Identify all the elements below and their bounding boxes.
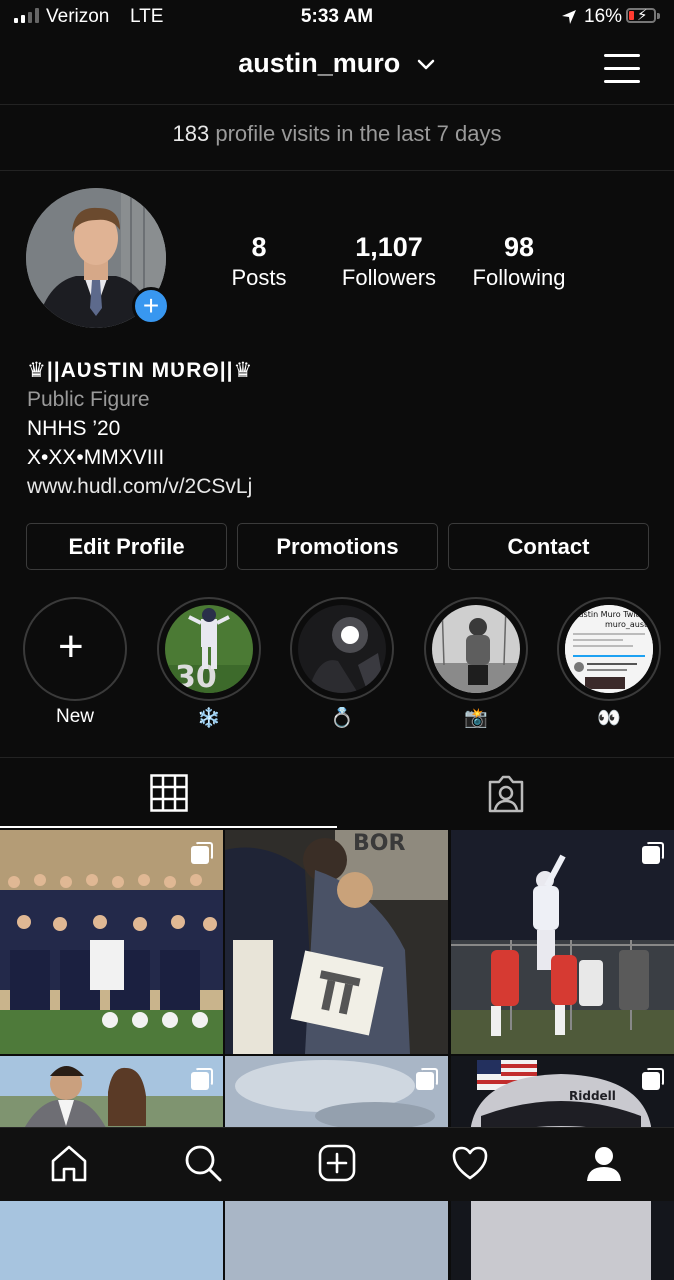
profile-icon[interactable]: [584, 1143, 624, 1183]
twitter-highlight-title: Austin Muro Twitter: [573, 610, 651, 619]
highlight-ring[interactable]: [290, 597, 394, 701]
tabs-divider: [0, 757, 674, 758]
posts-label: Posts: [231, 265, 287, 290]
post-tile[interactable]: [451, 830, 674, 1054]
highlight-label: 👀: [597, 708, 621, 729]
status-bar: Verizon LTE 5:33 AM 16% ⚡: [0, 0, 674, 36]
hamburger-menu-icon[interactable]: [604, 52, 640, 84]
plus-icon: +: [58, 622, 84, 671]
promotions-button[interactable]: Promotions: [237, 523, 438, 570]
grid-icon[interactable]: [150, 774, 188, 812]
highlight-snowflake[interactable]: 30: [157, 597, 261, 701]
twitter-highlight-handle: muro_austin: [605, 620, 653, 629]
post-tile[interactable]: BOR: [225, 830, 448, 1054]
tagged-person-icon[interactable]: [486, 774, 526, 814]
followers-label: Followers: [341, 265, 437, 290]
helmet-brand-text: Riddell: [569, 1089, 616, 1103]
posts-count: 8: [251, 232, 267, 262]
highlight-label: New: [55, 706, 94, 727]
multiple-photos-icon: [416, 1068, 438, 1090]
highlight-eyes[interactable]: Austin Muro Twitter muro_austin: [557, 597, 661, 701]
following-label: Following: [472, 265, 566, 290]
location-arrow-icon: [562, 10, 576, 24]
highlight-label: 📸: [464, 708, 488, 729]
account-switcher[interactable]: austin_muro: [0, 48, 674, 79]
profile-category: Public Figure: [27, 388, 150, 411]
followers-stat[interactable]: 1,107 Followers: [324, 232, 454, 291]
svg-text:30: 30: [175, 660, 217, 693]
highlight-cover: Austin Muro Twitter muro_austin: [565, 605, 653, 693]
header-divider: [0, 104, 674, 105]
visits-text: profile visits in the last 7 days: [215, 121, 502, 146]
chevron-down-icon: [417, 59, 435, 70]
post-tile[interactable]: [0, 830, 223, 1054]
selected-tab-indicator: [0, 826, 337, 828]
profile-bio: ♛||ΑƲSTIN MƲRΘ||♛ Public Figure NHHS ’20…: [27, 356, 253, 501]
battery-percent: 16%: [584, 6, 623, 27]
multiple-photos-icon: [191, 1068, 213, 1090]
visits-count: 183: [172, 121, 210, 146]
following-count: 98: [503, 232, 535, 262]
new-highlight-button[interactable]: +: [23, 597, 127, 701]
highlight-camera[interactable]: [424, 597, 528, 701]
activity-heart-icon[interactable]: [450, 1143, 490, 1183]
username-title: austin_muro: [238, 48, 401, 78]
add-story-icon[interactable]: +: [132, 287, 170, 325]
profile-visits-insight[interactable]: 183 profile visits in the last 7 days: [0, 121, 674, 147]
highlight-label: 💍: [330, 708, 354, 729]
highlight-cover: [298, 605, 386, 693]
battery-cap: [657, 13, 660, 19]
highlight-cover: [432, 605, 520, 693]
home-icon[interactable]: [49, 1143, 89, 1183]
stadium-sign-text: BOR: [353, 831, 405, 856]
display-name: ♛||ΑƲSTIN MƲRΘ||♛: [27, 359, 254, 382]
multiple-photos-icon: [642, 1068, 664, 1090]
following-stat[interactable]: 98 Following: [454, 232, 584, 291]
bio-line: NHHS ’20: [27, 417, 121, 440]
insight-divider: [0, 170, 674, 171]
posts-stat[interactable]: 8 Posts: [194, 232, 324, 291]
battery-charging-icon: ⚡: [626, 7, 656, 24]
search-icon[interactable]: [183, 1143, 223, 1183]
new-post-icon[interactable]: [317, 1143, 357, 1183]
multiple-photos-icon: [642, 842, 664, 864]
edit-profile-button[interactable]: Edit Profile: [26, 523, 227, 570]
highlight-label: ❄️: [197, 708, 221, 729]
followers-count: 1,107: [355, 232, 423, 262]
multiple-photos-icon: [191, 842, 213, 864]
website-link[interactable]: www.hudl.com/v/2CSvLj: [27, 472, 253, 501]
contact-button[interactable]: Contact: [448, 523, 649, 570]
highlight-cover: 30: [165, 605, 253, 693]
bio-line: X•XX•MMXVIII: [27, 446, 165, 469]
